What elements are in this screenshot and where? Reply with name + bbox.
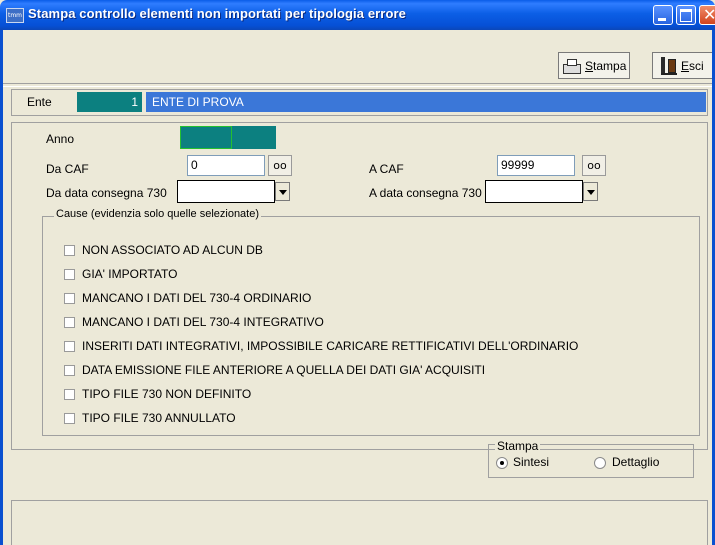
cause-label-2: GIA' IMPORTATO <box>82 267 178 281</box>
cause-checkbox-2[interactable] <box>64 269 75 280</box>
cause-label-6: DATA EMISSIONE FILE ANTERIORE A QUELLA D… <box>82 363 486 377</box>
cause-checkbox-6[interactable] <box>64 365 75 376</box>
exit-button[interactable]: Esci <box>652 52 712 79</box>
da-caf-lookup-button[interactable]: oo <box>268 155 292 176</box>
print-button[interactable]: Stampa <box>558 52 630 79</box>
ente-name-field: ENTE DI PROVA <box>146 92 706 112</box>
cause-label-3: MANCANO I DATI DEL 730-4 ORDINARIO <box>82 291 312 305</box>
cause-checkbox-5[interactable] <box>64 341 75 352</box>
cause-label-5: INSERITI DATI INTEGRATIVI, IMPOSSIBILE C… <box>82 339 579 353</box>
anno-label: Anno <box>46 132 75 146</box>
cause-checkbox-1[interactable] <box>64 245 75 256</box>
glasses-icon: oo <box>587 159 601 172</box>
cause-checkbox-4[interactable] <box>64 317 75 328</box>
print-mode-title: Stampa <box>495 439 541 453</box>
a-data-input[interactable] <box>485 180 583 203</box>
cause-checkbox-3[interactable] <box>64 293 75 304</box>
app-icon: tmm <box>6 8 24 23</box>
da-data-input[interactable] <box>177 180 275 203</box>
ente-code-field[interactable]: 1 <box>77 92 142 112</box>
glasses-icon: oo <box>273 159 287 172</box>
minimize-button[interactable] <box>653 5 673 25</box>
da-caf-label: Da CAF <box>46 162 89 176</box>
maximize-button[interactable] <box>676 5 696 25</box>
cause-label-8: TIPO FILE 730 ANNULLATO <box>82 411 236 425</box>
da-data-dropdown-button[interactable] <box>275 182 290 201</box>
a-data-dropdown-button[interactable] <box>583 182 598 201</box>
ente-label: Ente <box>27 95 52 109</box>
door-exit-icon <box>661 56 677 75</box>
a-data-label: A data consegna 730 <box>369 186 482 200</box>
radio-sintesi[interactable] <box>496 457 508 469</box>
da-caf-input[interactable]: 0 <box>187 155 265 176</box>
anno-input[interactable] <box>180 126 276 149</box>
printer-icon <box>563 58 581 74</box>
a-caf-input[interactable]: 99999 <box>497 155 575 176</box>
cause-label-1: NON ASSOCIATO AD ALCUN DB <box>82 243 263 257</box>
causes-group-title: Cause (evidenzia solo quelle selezionate… <box>54 208 262 220</box>
window-title: Stampa controllo elementi non importati … <box>28 6 406 21</box>
cause-checkbox-8[interactable] <box>64 413 75 424</box>
radio-dettaglio[interactable] <box>594 457 606 469</box>
exit-button-label: Esci <box>681 58 704 73</box>
cause-label-7: TIPO FILE 730 NON DEFINITO <box>82 387 252 401</box>
close-icon: ✕ <box>703 5 715 24</box>
cause-label-4: MANCANO I DATI DEL 730-4 INTEGRATIVO <box>82 315 324 329</box>
cause-checkbox-7[interactable] <box>64 389 75 400</box>
status-bar <box>11 500 708 545</box>
radio-dettaglio-label: Dettaglio <box>612 455 660 469</box>
da-data-label: Da data consegna 730 <box>46 186 167 200</box>
print-button-label: Stampa <box>585 58 627 73</box>
close-button[interactable]: ✕ <box>699 5 715 25</box>
a-caf-lookup-button[interactable]: oo <box>582 155 606 176</box>
toolbar-divider <box>3 83 712 87</box>
radio-sintesi-label: Sintesi <box>513 455 550 469</box>
window-frame-left <box>0 30 3 545</box>
a-caf-label: A CAF <box>369 162 404 176</box>
